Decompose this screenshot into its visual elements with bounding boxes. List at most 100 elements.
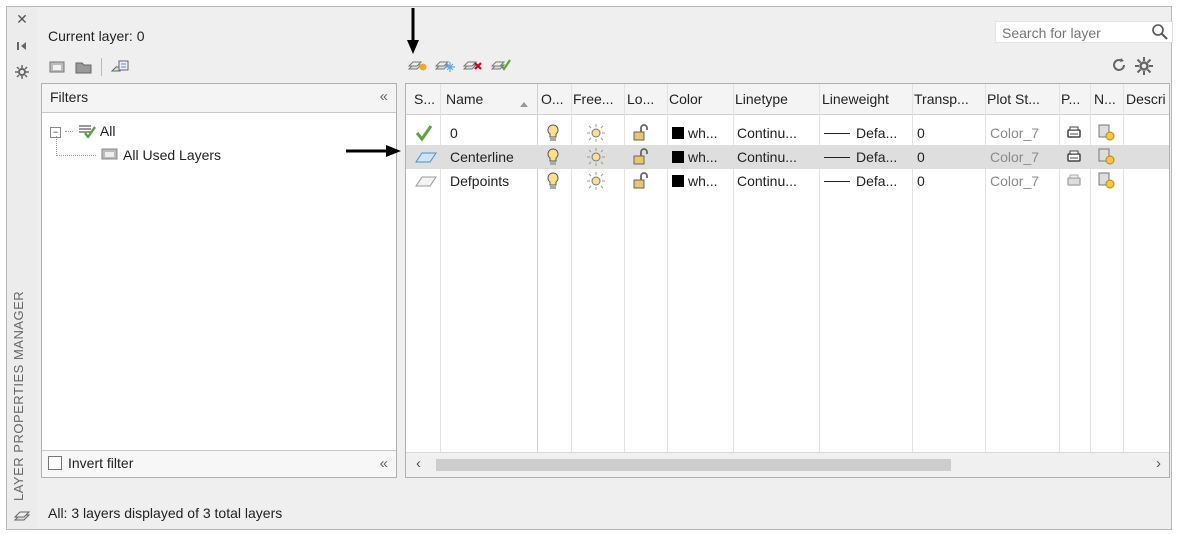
- color-cell[interactable]: wh...: [672, 145, 732, 169]
- autohide-icon[interactable]: [13, 39, 31, 55]
- refresh-icon[interactable]: [1111, 57, 1129, 73]
- filter-tree-all[interactable]: − All: [50, 122, 116, 140]
- col-freeze[interactable]: Free...: [573, 84, 621, 114]
- filter-label: All: [99, 123, 116, 139]
- col-transparency[interactable]: Transp...: [914, 84, 982, 114]
- delete-layer-icon[interactable]: [462, 57, 482, 73]
- search-box: [995, 21, 1173, 43]
- col-lineweight[interactable]: Lineweight: [822, 84, 912, 114]
- plot-style-cell: Color_7: [990, 125, 1040, 141]
- lineweight-cell[interactable]: Defa...: [824, 145, 912, 169]
- layer-status-icon[interactable]: [414, 145, 438, 169]
- new-property-filter-icon[interactable]: [49, 59, 67, 75]
- toolbar-divider: [101, 58, 102, 76]
- current-layer-check-icon[interactable]: [414, 121, 438, 145]
- search-input[interactable]: [1000, 23, 1144, 43]
- lightbulb-on-icon[interactable]: [546, 121, 566, 145]
- scroll-left-icon[interactable]: ‹: [416, 455, 421, 472]
- filter-tree-used-layers[interactable]: All Used Layers: [56, 146, 221, 163]
- layer-name[interactable]: Centerline: [450, 145, 535, 169]
- set-current-icon[interactable]: [490, 57, 511, 73]
- plot-style-cell: Color_7: [990, 149, 1040, 165]
- lineweight-cell[interactable]: Defa...: [824, 169, 912, 193]
- layer-name[interactable]: 0: [450, 121, 535, 145]
- color-swatch: [672, 175, 684, 187]
- layer-properties-manager: ✕ LAYER PROPERTIES MANAGER Current layer…: [6, 6, 1173, 530]
- current-layer-label: Current layer: 0: [48, 28, 145, 44]
- new-vp-freeze-icon[interactable]: [1098, 169, 1118, 193]
- layers-icon: [13, 507, 31, 525]
- transparency-cell[interactable]: 0: [917, 145, 977, 169]
- color-swatch: [672, 127, 684, 139]
- filters-pane: Filters « − All All Used Layers Invert f…: [41, 83, 397, 478]
- layer-status-icon[interactable]: [414, 169, 438, 193]
- col-plot[interactable]: P...: [1061, 84, 1085, 114]
- collapse-filters-bottom-icon[interactable]: «: [380, 455, 388, 472]
- status-bar: All: 3 layers displayed of 3 total layer…: [48, 505, 283, 521]
- col-name[interactable]: Name: [446, 84, 516, 114]
- annotation-arrow-right: [346, 145, 401, 157]
- unlocked-icon[interactable]: [633, 169, 653, 193]
- color-name: wh...: [688, 173, 718, 189]
- layer-name[interactable]: Defpoints: [450, 169, 535, 193]
- new-group-filter-icon[interactable]: [75, 59, 93, 75]
- horizontal-scrollbar[interactable]: ‹ ›: [406, 452, 1169, 477]
- new-vp-freeze-icon[interactable]: [1098, 145, 1118, 169]
- printer-icon[interactable]: [1066, 145, 1086, 169]
- linetype-cell[interactable]: Continu...: [737, 121, 817, 145]
- col-linetype[interactable]: Linetype: [735, 84, 815, 114]
- unlocked-icon[interactable]: [633, 121, 653, 145]
- layer-row-selected[interactable]: Centerline wh... Continu... Defa... 0 Co…: [406, 145, 1169, 169]
- used-layers-filter-icon: [100, 147, 120, 163]
- close-icon[interactable]: ✕: [13, 11, 31, 27]
- layer-states-manager-icon[interactable]: [110, 59, 129, 75]
- col-lock[interactable]: Lo...: [627, 84, 661, 114]
- tree-connector: [56, 155, 96, 156]
- settings-icon[interactable]: [1135, 57, 1153, 75]
- linetype-cell[interactable]: Continu...: [737, 169, 817, 193]
- filters-header: Filters «: [42, 84, 396, 113]
- col-color[interactable]: Color: [669, 84, 725, 114]
- transparency-cell[interactable]: 0: [917, 121, 977, 145]
- layer-row[interactable]: Defpoints wh... Continu... Defa... 0 Col…: [406, 169, 1169, 193]
- scrollbar-thumb[interactable]: [436, 459, 951, 471]
- lineweight-value: Defa...: [856, 173, 898, 189]
- filter-label: All Used Layers: [123, 147, 222, 163]
- col-new-vp-freeze[interactable]: N...: [1094, 84, 1122, 114]
- search-icon[interactable]: [1152, 23, 1168, 44]
- lightbulb-on-icon[interactable]: [546, 169, 566, 193]
- layer-row[interactable]: 0 wh... Continu... Defa... 0 Color_7: [406, 121, 1169, 145]
- sun-thawed-icon[interactable]: [587, 121, 607, 145]
- lineweight-sample: [824, 133, 850, 134]
- color-cell[interactable]: wh...: [672, 121, 732, 145]
- linetype-cell[interactable]: Continu...: [737, 145, 817, 169]
- filters-footer: Invert filter «: [42, 450, 396, 477]
- lightbulb-on-icon[interactable]: [546, 145, 566, 169]
- new-layer-vp-frozen-icon[interactable]: [434, 57, 455, 73]
- layer-list-grid: S... Name O... Free... Lo... Color Linet…: [405, 83, 1170, 478]
- lineweight-cell[interactable]: Defa...: [824, 121, 912, 145]
- col-description[interactable]: Descri: [1126, 84, 1169, 114]
- printer-icon[interactable]: [1066, 121, 1086, 145]
- tree-connector: [64, 131, 73, 132]
- col-status[interactable]: S...: [414, 84, 440, 114]
- invert-filter-checkbox[interactable]: [48, 456, 62, 470]
- properties-icon[interactable]: [13, 65, 31, 81]
- all-filter-icon: [77, 123, 97, 140]
- no-plot-icon[interactable]: [1066, 169, 1086, 193]
- sun-thawed-icon[interactable]: [587, 169, 607, 193]
- collapse-filters-icon[interactable]: «: [380, 88, 388, 105]
- annotation-arrow-down: [407, 8, 419, 54]
- lineweight-value: Defa...: [856, 125, 898, 141]
- unlocked-icon[interactable]: [633, 145, 653, 169]
- lineweight-sample: [824, 157, 850, 158]
- scroll-right-icon[interactable]: ›: [1156, 455, 1161, 472]
- transparency-cell[interactable]: 0: [917, 169, 977, 193]
- new-vp-freeze-icon[interactable]: [1098, 121, 1118, 145]
- col-plot-style[interactable]: Plot St...: [987, 84, 1057, 114]
- col-on[interactable]: O...: [541, 84, 569, 114]
- new-layer-icon[interactable]: [407, 57, 427, 73]
- plot-style-cell: Color_7: [990, 173, 1040, 189]
- sun-thawed-icon[interactable]: [587, 145, 607, 169]
- color-cell[interactable]: wh...: [672, 169, 732, 193]
